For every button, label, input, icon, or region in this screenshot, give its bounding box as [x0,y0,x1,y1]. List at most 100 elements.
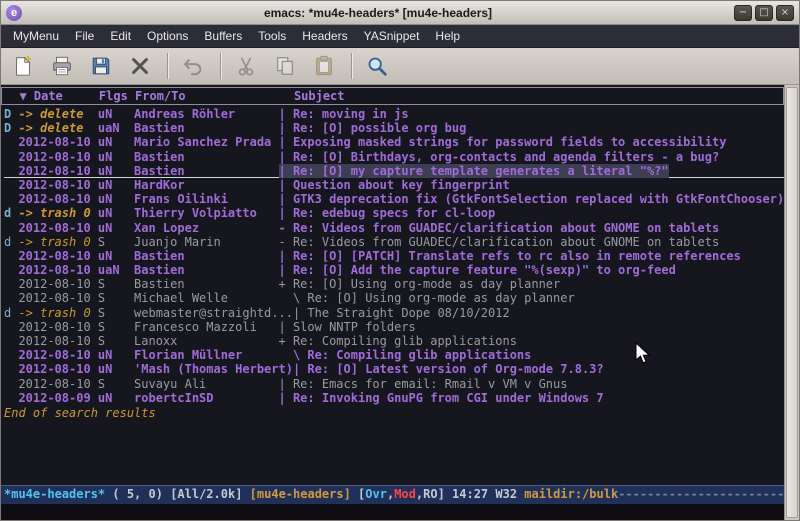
mark-indicator [4,348,18,362]
menu-yasnippet[interactable]: YASnippet [356,26,428,46]
message-row[interactable]: 2012-08-10 S Bastien + Re: [O] Using org… [4,277,784,291]
col-from-header[interactable]: From/To [135,88,279,104]
message-from: Lanoxx [134,334,278,348]
message-flags: uN [98,221,134,235]
message-flags: S [98,277,134,291]
mark-indicator [4,277,18,291]
message-list: D -> delete uN Andreas Röhler | Re: movi… [4,107,784,405]
emacs-logo-icon: e [6,5,22,21]
message-row[interactable]: 2012-08-10 uN Bastien | Re: [O] [PATCH] … [4,249,784,263]
message-row[interactable]: 2012-08-09 uN robertcInSD | Re: Invoking… [4,391,784,405]
message-row[interactable]: 2012-08-10 S Michael Welle \ Re: [O] Usi… [4,291,784,305]
col-date-header[interactable]: ▼ Date [19,88,98,104]
message-row[interactable]: d -> trash 0 S Juanjo Marin - Re: Videos… [4,235,784,249]
message-from: Bastien [134,121,278,135]
emacs-window: e emacs: *mu4e-headers* [mu4e-headers] −… [0,0,800,521]
menu-tools[interactable]: Tools [250,26,294,46]
mark-indicator [4,377,18,391]
open-file-icon [51,55,73,77]
message-flags: uN [98,150,134,164]
new-file-button[interactable] [9,53,36,80]
menu-file[interactable]: File [67,26,102,46]
message-flags: uN [98,178,134,192]
modeline-segment: maildir:/bulk [524,487,618,501]
message-row[interactable]: 2012-08-10 uaN Bastien | Re: [O] Add the… [4,263,784,277]
menubar: MyMenuFileEditOptionsBuffersToolsHeaders… [1,25,799,48]
titlebar[interactable]: e emacs: *mu4e-headers* [mu4e-headers] −… [1,1,799,25]
close-buffer-button[interactable] [126,53,153,80]
minimize-button[interactable]: − [734,5,752,21]
menu-headers[interactable]: Headers [294,26,355,46]
message-from: robertcInSD [134,391,278,405]
message-row[interactable]: 2012-08-10 uN Mario Sanchez Prada | Expo… [4,135,784,149]
col-subject-header[interactable]: Subject [280,88,345,104]
paste-icon [313,55,335,77]
toolbar-separator [351,53,353,79]
message-row[interactable]: D -> delete uaN Bastien | Re: [O] possib… [4,121,784,135]
message-flags: uN [98,249,134,263]
menu-edit[interactable]: Edit [102,26,139,46]
message-row[interactable]: 2012-08-10 uN 'Mash (Thomas Herbert) | R… [4,362,784,376]
close-button[interactable]: × [776,5,794,21]
message-subject: | Re: Emacs for email: Rmail v VM v Gnus [279,377,568,391]
message-date: 2012-08-10 [18,320,97,334]
modeline-segment: Ovr [365,487,387,501]
message-flags: uN [98,107,134,121]
message-flags: uN [98,391,134,405]
message-flags: uN [98,135,134,149]
paste-button[interactable] [310,53,337,80]
message-subject: | Re: [O] possible org bug [279,121,467,135]
message-row[interactable]: d -> trash 0 S webmaster@straightd... | … [4,306,784,320]
message-row[interactable]: 2012-08-10 S Lanoxx + Re: Compiling glib… [4,334,784,348]
modeline-segment: ] [438,487,452,501]
message-row[interactable]: 2012-08-10 S Francesco Mazzoli | Slow NN… [4,320,784,334]
message-date: 2012-08-10 [18,291,97,305]
message-row[interactable]: d -> trash 0 uN Thierry Volpiatto | Re: … [4,206,784,220]
message-from: Francesco Mazzoli [134,320,278,334]
message-date: 2012-08-10 [18,334,97,348]
modeline-segment: *mu4e-headers* [4,487,105,501]
message-row[interactable]: 2012-08-10 uN Florian Müllner \ Re: Comp… [4,348,784,362]
maximize-button[interactable]: □ [755,5,773,21]
menu-help[interactable]: Help [427,26,468,46]
message-row[interactable]: 2012-08-10 uN Frans Oilinki | GTK3 depre… [4,192,784,206]
message-from: HardKor [134,178,278,192]
message-row[interactable]: 2012-08-10 uN Bastien | Re: [O] my captu… [4,164,784,178]
message-row[interactable]: 2012-08-10 uN Xan Lopez - Re: Videos fro… [4,221,784,235]
open-file-button[interactable] [48,53,75,80]
undo-button[interactable] [179,53,206,80]
menu-mymenu[interactable]: MyMenu [5,26,67,46]
message-from: Juanjo Marin [134,235,278,249]
mark-indicator [4,334,18,348]
message-subject: | Re: [O] my capture template generates … [279,164,669,178]
scrollbar-thumb[interactable] [786,87,798,518]
mark-indicator: d [4,206,18,220]
menu-options[interactable]: Options [139,26,196,46]
message-row[interactable]: 2012-08-10 S Suvayu Ali | Re: Emacs for … [4,377,784,391]
copy-button[interactable] [271,53,298,80]
mark-indicator: D [4,107,18,121]
cut-button[interactable] [232,53,259,80]
message-row[interactable]: 2012-08-10 uN Bastien | Re: [O] Birthday… [4,150,784,164]
message-from: Michael Welle [134,291,278,305]
message-date: 2012-08-10 [18,164,97,178]
menu-buffers[interactable]: Buffers [196,26,250,46]
message-from: Florian Müllner [134,348,278,362]
message-date: 2012-08-10 [18,192,97,206]
mark-indicator: D [4,121,18,135]
col-flags-header[interactable]: Flgs [99,88,135,104]
message-flags: S [98,334,134,348]
save-button[interactable] [87,53,114,80]
message-row[interactable]: 2012-08-10 uN HardKor | Question about k… [4,178,784,192]
mark-indicator [4,391,18,405]
message-from: Bastien [134,150,278,164]
message-from: Thierry Volpiatto [134,206,278,220]
scrollbar[interactable] [784,85,799,520]
mark-indicator [4,263,18,277]
message-subject: | The Straight Dope 08/10/2012 [293,306,510,320]
message-from: Frans Oilinki [134,192,278,206]
message-row[interactable]: D -> delete uN Andreas Röhler | Re: movi… [4,107,784,121]
mu4e-headers-buffer: ▼ Date Flgs From/To Subject D -> delete … [1,85,784,485]
message-from: Suvayu Ali [134,377,278,391]
search-button[interactable] [363,53,390,80]
